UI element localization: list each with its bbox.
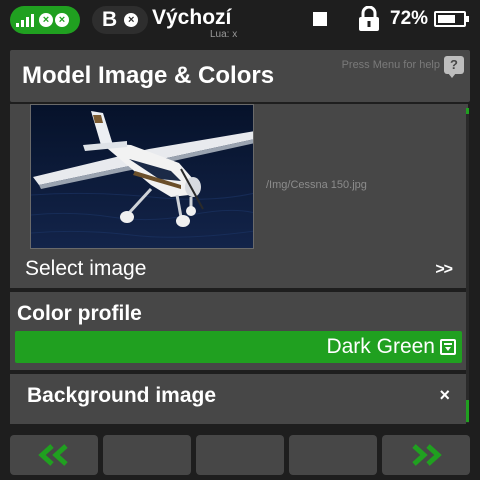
radio-status-pill[interactable]: × × [10, 6, 80, 34]
battery-fill [438, 15, 455, 23]
scrollbar-track[interactable] [466, 108, 469, 423]
next-page-button[interactable] [382, 435, 470, 475]
nav-button-3[interactable] [196, 435, 284, 475]
status-bar: × × B × Výchozí Lua: x 72% [0, 0, 480, 40]
help-hint: Press Menu for help [341, 59, 440, 71]
help-icon[interactable]: ? [444, 56, 464, 78]
battery-percent: 72% [390, 8, 429, 29]
chevron-right-icon[interactable]: >> [435, 261, 453, 279]
color-profile-select[interactable]: Dark Green [15, 331, 462, 363]
nav-button-4[interactable] [289, 435, 377, 475]
receiver-pill[interactable]: B × [92, 6, 148, 34]
clear-background-icon[interactable]: × [439, 385, 450, 406]
background-image-label: Background image [27, 384, 217, 407]
double-chevron-right-icon [412, 444, 442, 466]
stop-square-icon [313, 12, 327, 26]
page-header: Model Image & Colors Press Menu for help… [10, 50, 470, 102]
model-image-card[interactable]: /Img/Cessna 150.jpg Select image >> [10, 104, 468, 288]
select-image-label[interactable]: Select image [25, 257, 146, 281]
page-title: Model Image & Colors [22, 62, 275, 89]
double-chevron-left-icon [38, 444, 68, 466]
background-image-card[interactable]: Background image × [10, 374, 466, 424]
radio-letter: B [102, 8, 118, 31]
color-profile-value: Dark Green [326, 335, 435, 358]
scrollbar-indicator [466, 400, 469, 422]
model-image-preview[interactable] [30, 104, 254, 249]
scrollbar-thumb[interactable] [466, 108, 469, 114]
signal-icon [16, 13, 34, 27]
battery-icon [434, 11, 469, 27]
previous-page-button[interactable] [10, 435, 98, 475]
screen: × × B × Výchozí Lua: x 72% Model Image &… [0, 0, 480, 480]
lock-icon [359, 6, 379, 31]
image-file-path: /Img/Cessna 150.jpg [266, 179, 367, 191]
nav-button-2[interactable] [103, 435, 191, 475]
model-name: Výchozí [152, 6, 232, 29]
lua-status: Lua: x [210, 29, 238, 40]
dropdown-icon [440, 339, 456, 355]
color-profile-card: Color profile Dark Green [10, 292, 466, 370]
rf-off-icon: × [55, 13, 69, 27]
color-profile-label: Color profile [17, 302, 142, 325]
cessna-airplane-image [31, 105, 253, 248]
telemetry-off-icon: × [39, 13, 53, 27]
receiver-off-icon: × [124, 13, 139, 27]
